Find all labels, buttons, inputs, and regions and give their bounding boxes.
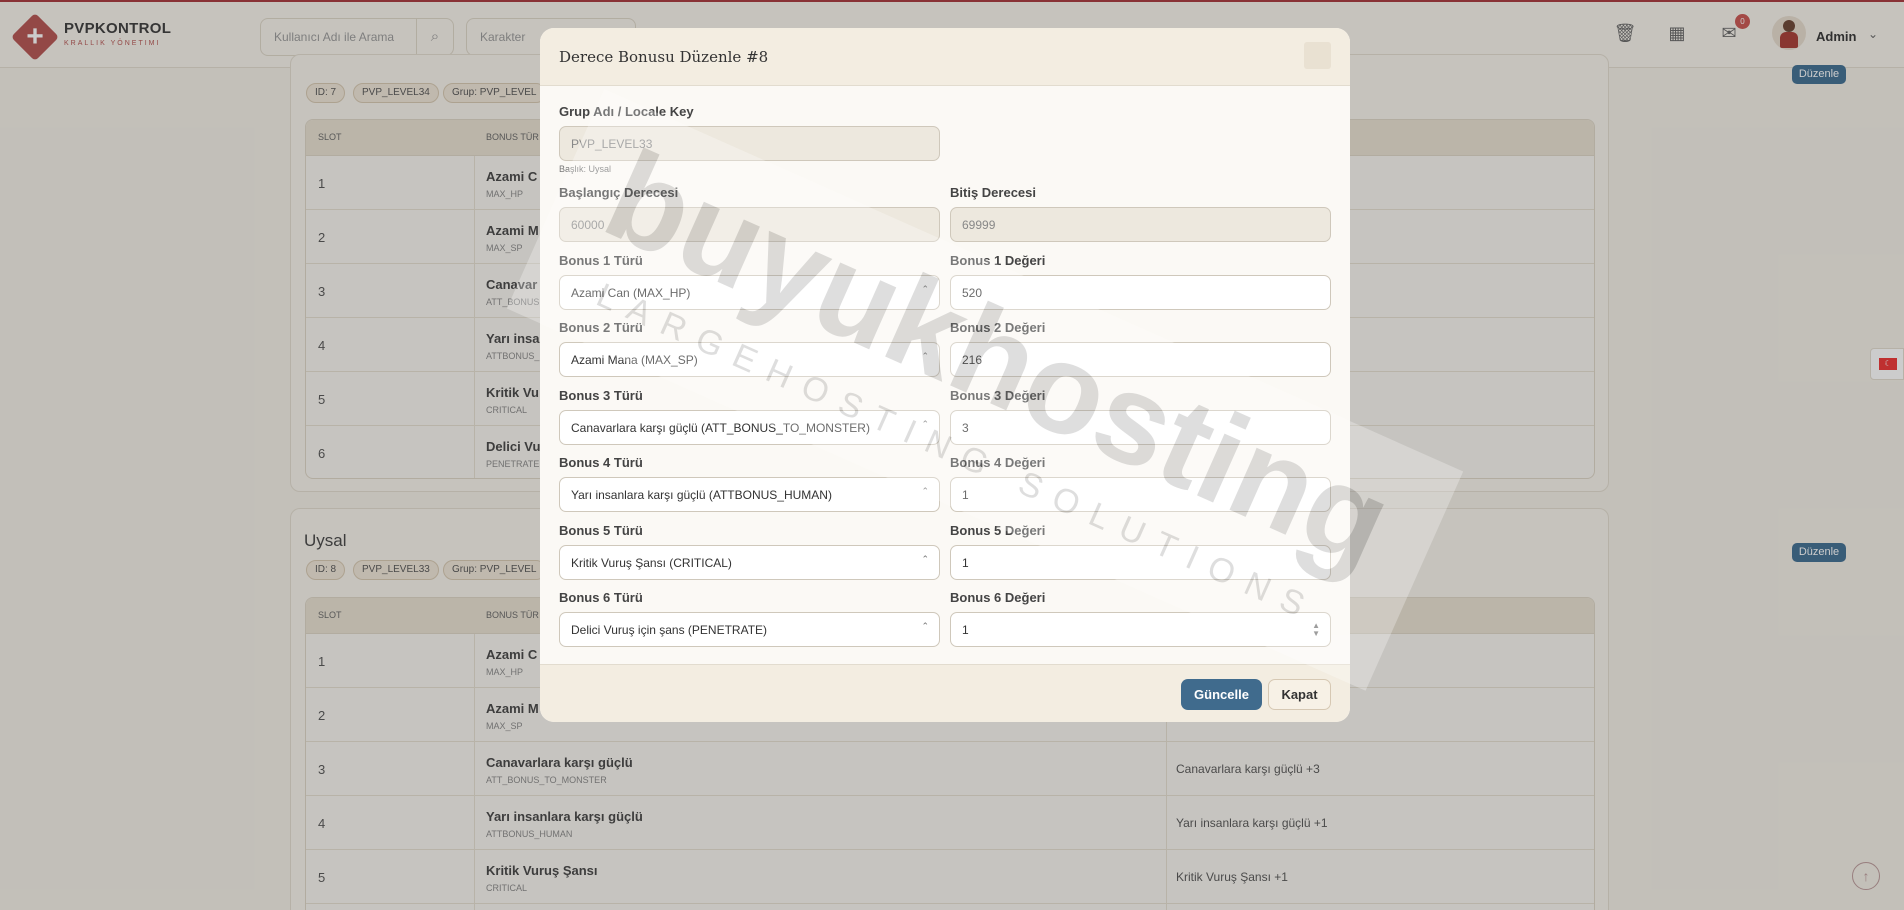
bonus-3-value-label: Bonus 3 Değeri bbox=[950, 388, 1046, 403]
bonus-4-value-label: Bonus 4 Değeri bbox=[950, 455, 1046, 470]
start-degree-label: Başlangıç Derecesi bbox=[559, 185, 679, 200]
chevron-down-icon: ⌃ bbox=[921, 486, 929, 496]
chevron-down-icon: ⌃ bbox=[921, 554, 929, 564]
edit-bonus-modal: Derece Bonusu Düzenle #8 Grup Adı / Loca… bbox=[540, 28, 1350, 722]
end-degree-field[interactable]: 69999 bbox=[950, 207, 1331, 242]
bonus-2-value-label: Bonus 2 Değeri bbox=[950, 320, 1046, 335]
close-icon[interactable] bbox=[1304, 42, 1331, 69]
bonus-5-value-label: Bonus 5 Değeri bbox=[950, 523, 1046, 538]
start-degree-field[interactable]: 60000 bbox=[559, 207, 940, 242]
update-button[interactable]: Güncelle bbox=[1181, 679, 1262, 710]
bonus-1-value-label: Bonus 1 Değeri bbox=[950, 253, 1046, 268]
group-label: Grup Adı / Locale Key bbox=[559, 104, 694, 119]
bonus-4-value-input[interactable]: 1 bbox=[950, 477, 1331, 512]
bonus-4-type-label: Bonus 4 Türü bbox=[559, 455, 643, 470]
chevron-down-icon: ⌃ bbox=[921, 351, 929, 361]
bonus-6-type-select[interactable]: Delici Vuruş için şans (PENETRATE) ⌃ bbox=[559, 612, 940, 647]
chevron-down-icon: ⌃ bbox=[921, 621, 929, 631]
bonus-3-type-label: Bonus 3 Türü bbox=[559, 388, 643, 403]
bonus-4-type-select[interactable]: Yarı insanlara karşı güçlü (ATTBONUS_HUM… bbox=[559, 477, 940, 512]
bonus-1-type-select[interactable]: Azami Can (MAX_HP) ⌃ bbox=[559, 275, 940, 310]
bonus-6-type-label: Bonus 6 Türü bbox=[559, 590, 643, 605]
chevron-down-icon: ⌃ bbox=[921, 284, 929, 294]
modal-footer: Güncelle Kapat bbox=[540, 664, 1350, 722]
close-button[interactable]: Kapat bbox=[1268, 679, 1331, 710]
chevron-down-icon: ⌃ bbox=[921, 419, 929, 429]
bonus-3-value-input[interactable]: 3 bbox=[950, 410, 1331, 445]
group-name-field[interactable]: PVP_LEVEL33 bbox=[559, 126, 940, 161]
bonus-1-value-input[interactable]: 520 bbox=[950, 275, 1331, 310]
bonus-1-type-label: Bonus 1 Türü bbox=[559, 253, 643, 268]
modal-header: Derece Bonusu Düzenle #8 bbox=[540, 28, 1350, 86]
end-degree-label: Bitiş Derecesi bbox=[950, 185, 1036, 200]
modal-title: Derece Bonusu Düzenle #8 bbox=[559, 48, 769, 66]
group-help-text: Başlık: Uysal bbox=[559, 164, 612, 174]
bonus-5-type-select[interactable]: Kritik Vuruş Şansı (CRITICAL) ⌃ bbox=[559, 545, 940, 580]
bonus-5-value-input[interactable]: 1 bbox=[950, 545, 1331, 580]
bonus-2-value-input[interactable]: 216 bbox=[950, 342, 1331, 377]
bonus-2-type-label: Bonus 2 Türü bbox=[559, 320, 643, 335]
bonus-6-value-label: Bonus 6 Değeri bbox=[950, 590, 1046, 605]
bonus-2-type-select[interactable]: Azami Mana (MAX_SP) ⌃ bbox=[559, 342, 940, 377]
number-spinner-icon[interactable]: ▲ ▼ bbox=[1312, 622, 1320, 638]
bonus-6-value-input[interactable]: 1 ▲ ▼ bbox=[950, 612, 1331, 647]
bonus-5-type-label: Bonus 5 Türü bbox=[559, 523, 643, 538]
bonus-3-type-select[interactable]: Canavarlara karşı güçlü (ATT_BONUS_TO_MO… bbox=[559, 410, 940, 445]
